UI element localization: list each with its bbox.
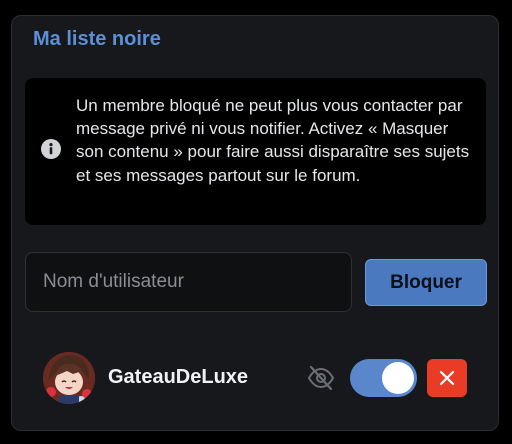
panel-title: Ma liste noire	[33, 28, 161, 50]
close-icon	[439, 370, 455, 386]
blacklist-panel: Ma liste noire Un membre bloqué ne peut …	[11, 15, 499, 431]
block-button[interactable]: Bloquer	[365, 259, 487, 306]
username: GateauDeLuxe	[108, 366, 249, 388]
eye-off-icon[interactable]	[307, 365, 335, 391]
info-box: Un membre bloqué ne peut plus vous conta…	[25, 78, 486, 225]
username-input[interactable]: Nom d'utilisateur	[25, 252, 352, 312]
toggle-knob	[382, 362, 414, 394]
avatar	[43, 352, 95, 404]
info-text: Un membre bloqué ne peut plus vous conta…	[76, 96, 470, 185]
remove-button[interactable]	[427, 359, 467, 397]
hide-content-toggle[interactable]	[350, 359, 417, 397]
info-icon	[41, 139, 61, 159]
blocked-user-row: GateauDeLuxe	[12, 350, 500, 406]
